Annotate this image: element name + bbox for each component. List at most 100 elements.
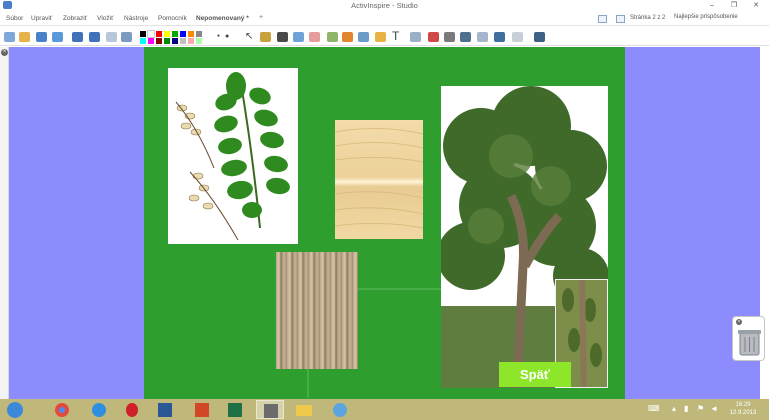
zoom-icon[interactable] (52, 32, 63, 42)
taskbar-opera[interactable] (118, 400, 146, 419)
page-browser-icon[interactable] (598, 15, 607, 23)
taskbar-powerpoint[interactable] (188, 400, 216, 419)
color-swatch[interactable] (180, 31, 186, 37)
maximize-button[interactable]: ❐ (723, 0, 745, 11)
opera-icon (126, 403, 138, 417)
clock[interactable]: 16:29 12.9.2013 (725, 401, 761, 417)
page-icon[interactable] (512, 32, 523, 42)
folder-icon (296, 405, 312, 416)
color-swatch[interactable] (180, 38, 186, 44)
shape-icon[interactable] (327, 32, 338, 42)
text-tool-icon[interactable]: T (392, 30, 399, 42)
menu-view[interactable]: Zobraziť (63, 15, 87, 22)
window-title: ActivInspire - Studio (351, 1, 418, 10)
menu-bar: Súbor Upraviť Zobraziť Vložiť Nástroje P… (0, 13, 769, 26)
menu-edit[interactable]: Upraviť (31, 15, 52, 22)
trash-panel[interactable]: × (732, 316, 765, 361)
select-icon[interactable]: ↖ (245, 31, 253, 42)
color-swatch[interactable] (148, 38, 154, 44)
powerpoint-icon (195, 403, 209, 417)
menu-insert[interactable]: Vložiť (97, 15, 114, 22)
image-icon[interactable] (36, 32, 47, 42)
leaves-image[interactable] (168, 68, 298, 244)
camera-icon[interactable] (460, 32, 471, 42)
pen-tool-icon[interactable] (121, 32, 132, 42)
menu-file[interactable]: Súbor (6, 15, 23, 22)
taskbar-excel[interactable] (221, 400, 249, 419)
color-swatch[interactable] (147, 30, 155, 38)
clock-date: 12.9.2013 (729, 410, 757, 416)
taskbar: ⌨ ▴ ▮ ⚑ ◄ 16:29 12.9.2013 (0, 399, 769, 420)
highlight-icon[interactable] (375, 32, 386, 42)
color-swatch[interactable] (156, 38, 162, 44)
zoom-select[interactable]: Najlepšie prispôsobenie (674, 14, 738, 20)
start-button[interactable] (2, 400, 28, 419)
back-button[interactable]: Späť (499, 362, 571, 387)
clock-time: 16:29 (735, 402, 751, 408)
network-icon[interactable]: ▮ (684, 403, 688, 414)
clear-icon[interactable] (410, 32, 421, 42)
magic-ink-icon[interactable] (260, 32, 271, 42)
paint-icon (333, 403, 347, 417)
taskbar-explorer[interactable] (290, 400, 318, 419)
word-icon (158, 403, 172, 417)
pen-icon[interactable] (293, 32, 304, 42)
pen-size-small-icon[interactable]: ● (217, 31, 220, 42)
tab-document[interactable]: Nepomenovaný * (196, 15, 249, 22)
undo-icon[interactable] (106, 32, 117, 42)
previous-page-icon[interactable] (72, 32, 83, 42)
reset-icon[interactable] (428, 32, 439, 42)
main-toolbar: ● ● ↖ T (0, 28, 769, 46)
color-swatch[interactable] (164, 31, 170, 37)
taskbar-word[interactable] (151, 400, 179, 419)
revealer-icon[interactable] (477, 32, 488, 42)
activinspire-icon (264, 404, 278, 418)
close-panel-icon[interactable]: × (1, 49, 8, 56)
color-swatch[interactable] (188, 38, 194, 44)
keyboard-icon[interactable]: ⌨ (648, 403, 660, 414)
taskbar-paint[interactable] (326, 400, 354, 419)
spotlight-icon[interactable] (494, 32, 505, 42)
volume-icon[interactable]: ◄ (710, 403, 718, 414)
flag-icon[interactable]: ⚑ (697, 403, 704, 414)
connector-icon[interactable] (358, 32, 369, 42)
trash-can-icon (738, 330, 761, 356)
color-swatch[interactable] (156, 31, 162, 37)
dual-user-icon[interactable] (534, 32, 545, 42)
page-indicator: Stránka 2 z 2 (630, 15, 666, 21)
main-menu-icon[interactable] (4, 32, 15, 42)
color-swatch[interactable] (196, 31, 202, 37)
taskbar-chrome[interactable] (48, 400, 76, 419)
highlighter-icon[interactable] (277, 32, 288, 42)
browser-icon[interactable] (19, 32, 30, 42)
eraser-icon[interactable] (309, 32, 320, 42)
color-swatch[interactable] (140, 38, 146, 44)
redo-icon[interactable] (444, 32, 455, 42)
page-view-icon[interactable] (616, 15, 625, 23)
tray-arrow-icon[interactable]: ▴ (672, 403, 676, 414)
new-tab-button[interactable]: + (259, 14, 263, 21)
menu-help[interactable]: Pomocník (158, 15, 187, 22)
menu-tools[interactable]: Nástroje (124, 15, 148, 22)
taskbar-activinspire[interactable] (256, 400, 284, 419)
next-page-icon[interactable] (89, 32, 100, 42)
color-swatch[interactable] (172, 31, 178, 37)
color-swatch[interactable] (196, 38, 202, 44)
fill-icon[interactable] (342, 32, 353, 42)
leaves-illustration (175, 72, 290, 241)
title-bar: ActivInspire - Studio – ❐ ✕ (0, 0, 769, 11)
color-swatch[interactable] (188, 31, 194, 37)
bark-texture-image[interactable] (276, 252, 358, 369)
color-swatch[interactable] (172, 38, 178, 44)
wood-grain-image[interactable] (335, 120, 423, 239)
close-button[interactable]: ✕ (745, 0, 767, 11)
pen-size-large-icon[interactable]: ● (225, 31, 229, 42)
windows-icon (7, 402, 23, 418)
taskbar-ie[interactable] (85, 400, 113, 419)
color-swatch[interactable] (140, 31, 146, 37)
wood-grain-pattern (335, 127, 423, 229)
color-swatch[interactable] (164, 38, 170, 44)
chrome-icon (55, 403, 69, 417)
minimize-button[interactable]: – (701, 0, 723, 11)
excel-icon (228, 403, 242, 417)
